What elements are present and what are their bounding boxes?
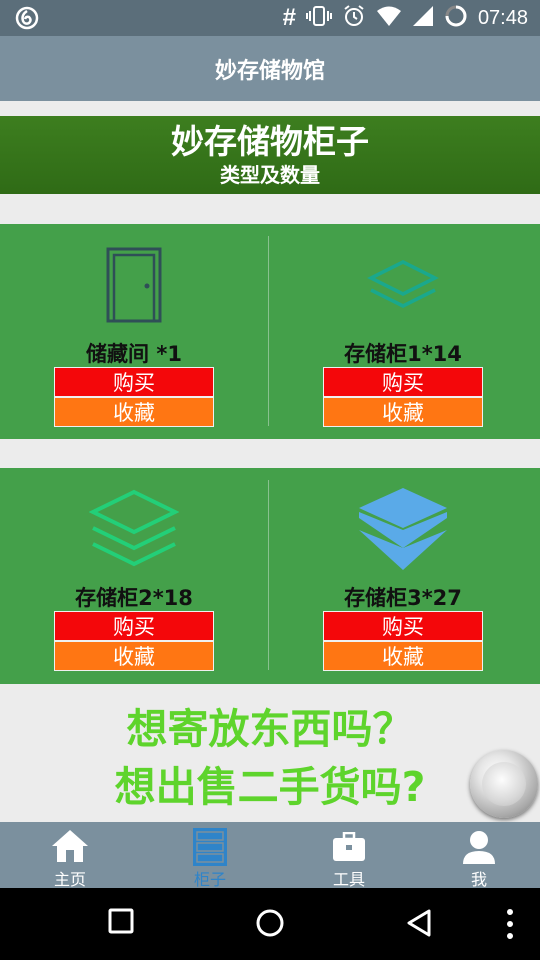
- cabinet-name: 储藏间 *1: [86, 342, 182, 366]
- promo-line-1: 想寄放东西吗？: [126, 705, 414, 753]
- notification-app-icon: [14, 5, 40, 35]
- clock-time: 07:48: [477, 6, 528, 29]
- floating-assist-button[interactable]: [470, 750, 538, 818]
- system-nav-bar: [0, 888, 540, 960]
- layers-outline-icon: [365, 258, 441, 318]
- cabinet-icon: [192, 827, 228, 871]
- tab-label: 工具: [332, 870, 365, 889]
- tab-label: 我: [470, 870, 487, 889]
- wifi-icon: [376, 5, 402, 31]
- banner-subtitle: 类型及数量: [220, 163, 320, 187]
- stack-filled-icon: [357, 486, 449, 576]
- back-icon[interactable]: [405, 908, 433, 942]
- promo-line-2: 想出售二手货吗?: [114, 763, 426, 811]
- cabinet-name: 存储柜2*18: [75, 586, 193, 610]
- home-nav-icon[interactable]: [255, 908, 285, 942]
- buy-button[interactable]: 购买: [323, 367, 483, 397]
- tab-label: 柜子: [193, 870, 226, 889]
- buy-button[interactable]: 购买: [54, 367, 214, 397]
- person-icon: [461, 830, 497, 870]
- favorite-button[interactable]: 收藏: [323, 641, 483, 671]
- header-banner: 妙存储物柜子 类型及数量: [0, 116, 540, 194]
- home-icon: [50, 828, 90, 868]
- hash-icon: #: [282, 4, 296, 31]
- buy-button[interactable]: 购买: [323, 611, 483, 641]
- tab-cabinet[interactable]: 柜子: [145, 822, 275, 889]
- app-bar: 妙存储物馆: [0, 36, 540, 101]
- tab-home[interactable]: 主页: [5, 822, 135, 889]
- banner-title: 妙存储物柜子: [171, 122, 369, 161]
- tab-me[interactable]: 我: [414, 822, 540, 889]
- tab-tools[interactable]: 工具: [284, 822, 414, 889]
- alarm-icon: [342, 4, 366, 32]
- cabinet-card-type-1[interactable]: 存储柜1*14 购买 收藏: [269, 224, 537, 439]
- favorite-button[interactable]: 收藏: [54, 641, 214, 671]
- stack-outline-icon: [88, 488, 180, 572]
- favorite-button[interactable]: 收藏: [54, 397, 214, 427]
- cabinet-card-type-3[interactable]: 存储柜3*27 购买 收藏: [269, 468, 537, 684]
- favorite-button[interactable]: 收藏: [323, 397, 483, 427]
- cabinet-card-type-2[interactable]: 存储柜2*18 购买 收藏: [0, 468, 268, 684]
- overflow-menu-icon[interactable]: [505, 908, 515, 944]
- battery-charging-icon: [444, 4, 468, 32]
- signal-icon: [412, 5, 434, 31]
- recents-icon[interactable]: [108, 908, 134, 938]
- buy-button[interactable]: 购买: [54, 611, 214, 641]
- app-title: 妙存储物馆: [214, 58, 325, 84]
- cabinet-name: 存储柜1*14: [344, 342, 462, 366]
- bottom-tab-bar: 主页 柜子 工具 我: [0, 822, 540, 889]
- vibrate-icon: [305, 4, 332, 32]
- cabinet-row-1: 储藏间 *1 购买 收藏 存储柜1*14 购买 收藏: [0, 224, 540, 439]
- status-bar: # 07:48: [0, 0, 540, 36]
- cabinet-row-2: 存储柜2*18 购买 收藏 存储柜3*27 购买 收藏: [0, 468, 540, 684]
- cabinet-name: 存储柜3*27: [344, 586, 462, 610]
- toolbox-icon: [332, 831, 366, 866]
- promo-section: 想寄放东西吗？ 想出售二手货吗?: [0, 700, 540, 822]
- tab-label: 主页: [53, 870, 86, 889]
- cabinet-card-storage-room[interactable]: 储藏间 *1 购买 收藏: [0, 224, 268, 439]
- door-icon: [104, 246, 164, 330]
